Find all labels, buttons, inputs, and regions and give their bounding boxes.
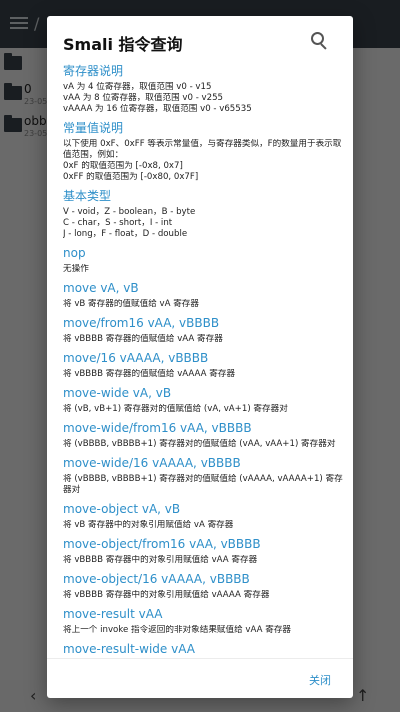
divider bbox=[47, 658, 353, 659]
section-title: move-wide/from16 vAA, vBBBB bbox=[63, 421, 252, 435]
section-line: 将 vB 寄存器中的对象引用赋值给 vA 寄存器 bbox=[63, 520, 234, 530]
close-button[interactable]: 关闭 bbox=[309, 672, 331, 688]
section-line: 将 vBBBB 寄存器中的对象引用赋值给 vAAAA 寄存器 bbox=[63, 590, 270, 600]
section-title: move/from16 vAA, vBBBB bbox=[63, 316, 220, 330]
section-title: 基本类型 bbox=[63, 189, 112, 203]
section-title: move-object vA, vB bbox=[63, 502, 181, 516]
section-body: 将 vBBBB 寄存器中的对象引用赋值给 vAA 寄存器 bbox=[63, 555, 343, 566]
section-line: vAA 为 8 位寄存器，取值范围 v0 - v255 bbox=[63, 93, 224, 103]
section-line: C - char，S - short，I - int bbox=[63, 218, 173, 228]
section-line: J - long，F - float，D - double bbox=[63, 229, 188, 239]
section-line: 无操作 bbox=[63, 264, 89, 274]
section-body: 将 (vB, vB+1) 寄存器对的值赋值给 (vA, vA+1) 寄存器对 bbox=[63, 404, 343, 415]
section-title: 寄存器说明 bbox=[63, 64, 124, 78]
section-body: V - void，Z - boolean，B - byte C - char，S … bbox=[63, 207, 343, 240]
section-title: move-result-wide vAA bbox=[63, 642, 195, 656]
section-line: 0xFF 的取值范围为 [-0x80, 0x7F] bbox=[63, 172, 199, 182]
section-title: move-result vAA bbox=[63, 607, 163, 621]
section-body: 将上一个 invoke 指令返回的非对象结果赋值给 vAA 寄存器 bbox=[63, 625, 343, 636]
section-line: 将 vBBBB 寄存器的值赋值给 vAAAA 寄存器 bbox=[63, 369, 236, 379]
section-line: 将 (vBBBB, vBBBB+1) 寄存器对的值赋值给 (vAAAA, vAA… bbox=[63, 474, 343, 495]
section-line: 0xF 的取值范围为 [-0x8, 0x7] bbox=[63, 161, 183, 171]
section-line: V - void，Z - boolean，B - byte bbox=[63, 207, 196, 217]
dialog-title: Smali 指令查询 bbox=[63, 35, 183, 54]
section-line: 将 (vB, vB+1) 寄存器对的值赋值给 (vA, vA+1) 寄存器对 bbox=[63, 404, 288, 414]
section-line: 将 (vBBBB, vBBBB+1) 寄存器对的值赋值给 (vAA, vAA+1… bbox=[63, 439, 336, 449]
section-title: move-wide/16 vAAAA, vBBBB bbox=[63, 456, 241, 470]
smali-instruction-dialog: Smali 指令查询 寄存器说明 vA 为 4 位寄存器，取值范围 v0 - v1… bbox=[47, 16, 353, 698]
section-line: 将 vBBBB 寄存器的值赋值给 vAA 寄存器 bbox=[63, 334, 223, 344]
section-body: 将 (vBBBB, vBBBB+1) 寄存器对的值赋值给 (vAAAA, vAA… bbox=[63, 474, 343, 496]
section-body: 以下使用 0xF、0xFF 等表示常量值，与寄存器类似，F的数量用于表示取值范围… bbox=[63, 139, 343, 183]
section-body: 将 vBBBB 寄存器中的对象引用赋值给 vAAAA 寄存器 bbox=[63, 590, 343, 601]
section-body: vA 为 4 位寄存器，取值范围 v0 - v15 vAA 为 8 位寄存器，取值… bbox=[63, 82, 343, 115]
section-body: 将 vBBBB 寄存器的值赋值给 vAA 寄存器 bbox=[63, 334, 343, 345]
section-title: nop bbox=[63, 246, 86, 260]
section-body: 将 vBBBB 寄存器的值赋值给 vAAAA 寄存器 bbox=[63, 369, 343, 380]
section-line: 将 vBBBB 寄存器中的对象引用赋值给 vAA 寄存器 bbox=[63, 555, 258, 565]
section-title: move/16 vAAAA, vBBBB bbox=[63, 351, 209, 365]
section-line: vA 为 4 位寄存器，取值范围 v0 - v15 bbox=[63, 82, 212, 92]
section-title: move vA, vB bbox=[63, 281, 139, 295]
section-body: 将 vB 寄存器的值赋值给 vA 寄存器 bbox=[63, 299, 343, 310]
section-title: move-object/16 vAAAA, vBBBB bbox=[63, 572, 250, 586]
section-line: vAAAA 为 16 位寄存器，取值范围 v0 - v65535 bbox=[63, 104, 252, 114]
section-title: 常量值说明 bbox=[63, 121, 124, 135]
section-title: move-object/from16 vAA, vBBBB bbox=[63, 537, 261, 551]
instruction-list[interactable]: 寄存器说明 vA 为 4 位寄存器，取值范围 v0 - v15 vAA 为 8 位寄… bbox=[63, 62, 343, 658]
search-icon[interactable] bbox=[309, 30, 331, 52]
section-body: 无操作 bbox=[63, 264, 343, 275]
section-line: 以下使用 0xF、0xFF 等表示常量值，与寄存器类似，F的数量用于表示取值范围… bbox=[63, 139, 342, 160]
section-body: 将 vB 寄存器中的对象引用赋值给 vA 寄存器 bbox=[63, 520, 343, 531]
section-line: 将上一个 invoke 指令返回的非对象结果赋值给 vAA 寄存器 bbox=[63, 625, 292, 635]
section-body: 将 (vBBBB, vBBBB+1) 寄存器对的值赋值给 (vAA, vAA+1… bbox=[63, 439, 343, 450]
section-line: 将 vB 寄存器的值赋值给 vA 寄存器 bbox=[63, 299, 199, 309]
section-title: move-wide vA, vB bbox=[63, 386, 172, 400]
